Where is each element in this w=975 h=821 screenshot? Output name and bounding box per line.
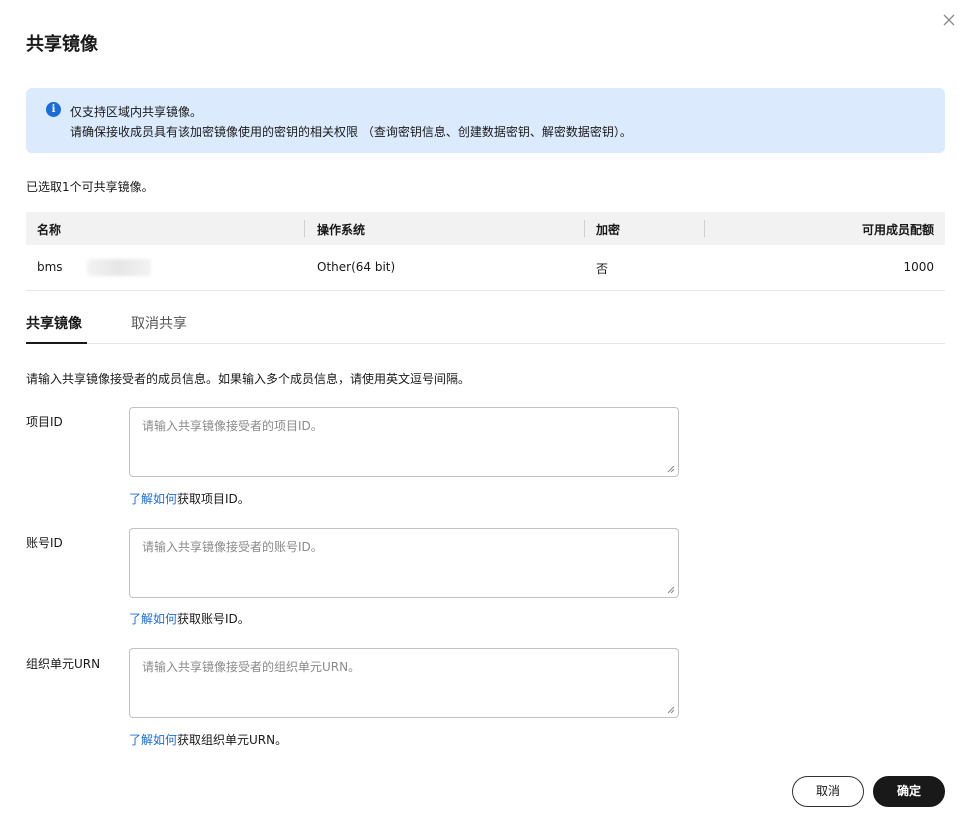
org-unit-urn-input[interactable] <box>130 649 678 717</box>
project-id-field-box <box>129 407 679 477</box>
learn-how-link[interactable]: 了解如何 <box>129 733 177 747</box>
account-id-field-box <box>129 528 679 598</box>
account-id-label: 账号ID <box>26 536 63 550</box>
project-id-help: 了解如何获取项目ID。 <box>129 490 250 507</box>
instruction-text: 请输入共享镜像接受者的成员信息。如果输入多个成员信息，请使用英文逗号间隔。 <box>26 372 471 386</box>
notice-line-1: 仅支持区域内共享镜像。 <box>70 105 203 119</box>
column-header-os: 操作系统 <box>317 223 366 237</box>
org-unit-urn-field-box <box>129 648 679 718</box>
help-text: 获取账号ID。 <box>177 612 250 626</box>
redacted-name-mask <box>87 259 151 276</box>
learn-how-link[interactable]: 了解如何 <box>129 492 177 506</box>
cancel-button[interactable]: 取消 <box>792 776 864 807</box>
column-header-quota: 可用成员配额 <box>861 223 934 237</box>
encrypted-cell: 否 <box>596 262 609 276</box>
help-text: 获取组织单元URN。 <box>177 733 288 747</box>
resize-handle-icon[interactable] <box>667 465 675 473</box>
learn-how-link[interactable]: 了解如何 <box>129 612 177 626</box>
account-id-input[interactable] <box>130 529 678 597</box>
os-cell: Other(64 bit) <box>317 260 396 274</box>
resize-handle-icon[interactable] <box>667 586 675 594</box>
column-divider <box>704 220 705 237</box>
notice-line-2: 请确保接收成员具有该加密镜像使用的密钥的相关权限 （查询密钥信息、创建数据密钥、… <box>70 125 632 139</box>
tab-cancel-share[interactable]: 取消共享 <box>131 313 187 333</box>
notice-banner: i 仅支持区域内共享镜像。 请确保接收成员具有该加密镜像使用的密钥的相关权限 （… <box>26 88 945 153</box>
column-header-encrypted: 加密 <box>596 223 621 237</box>
resize-handle-icon[interactable] <box>667 706 675 714</box>
table-row: bms Other(64 bit) 否 1000 <box>26 245 945 291</box>
project-id-input[interactable] <box>130 408 678 476</box>
project-id-label: 项目ID <box>26 415 63 429</box>
tab-share-image[interactable]: 共享镜像 <box>26 313 82 333</box>
share-tabs: 共享镜像 取消共享 <box>26 303 945 344</box>
confirm-button[interactable]: 确定 <box>873 776 945 807</box>
org-unit-urn-label: 组织单元URN <box>26 657 101 671</box>
image-table: 名称 操作系统 加密 可用成员配额 bms Other(64 bit) 否 10… <box>26 212 945 291</box>
quota-cell: 1000 <box>903 260 934 274</box>
table-header: 名称 操作系统 加密 可用成员配额 <box>26 212 945 245</box>
active-tab-indicator <box>26 342 87 344</box>
selected-count-text: 已选取1个可共享镜像。 <box>26 180 154 194</box>
help-text: 获取项目ID。 <box>177 492 250 506</box>
column-divider <box>584 220 585 237</box>
info-icon: i <box>46 102 61 117</box>
org-unit-urn-help: 了解如何获取组织单元URN。 <box>129 731 287 748</box>
close-icon[interactable] <box>941 12 957 28</box>
account-id-help: 了解如何获取账号ID。 <box>129 610 250 627</box>
image-name-cell: bms <box>37 260 63 274</box>
column-header-name: 名称 <box>37 223 62 237</box>
column-divider <box>304 220 305 237</box>
dialog-title: 共享镜像 <box>26 34 98 55</box>
